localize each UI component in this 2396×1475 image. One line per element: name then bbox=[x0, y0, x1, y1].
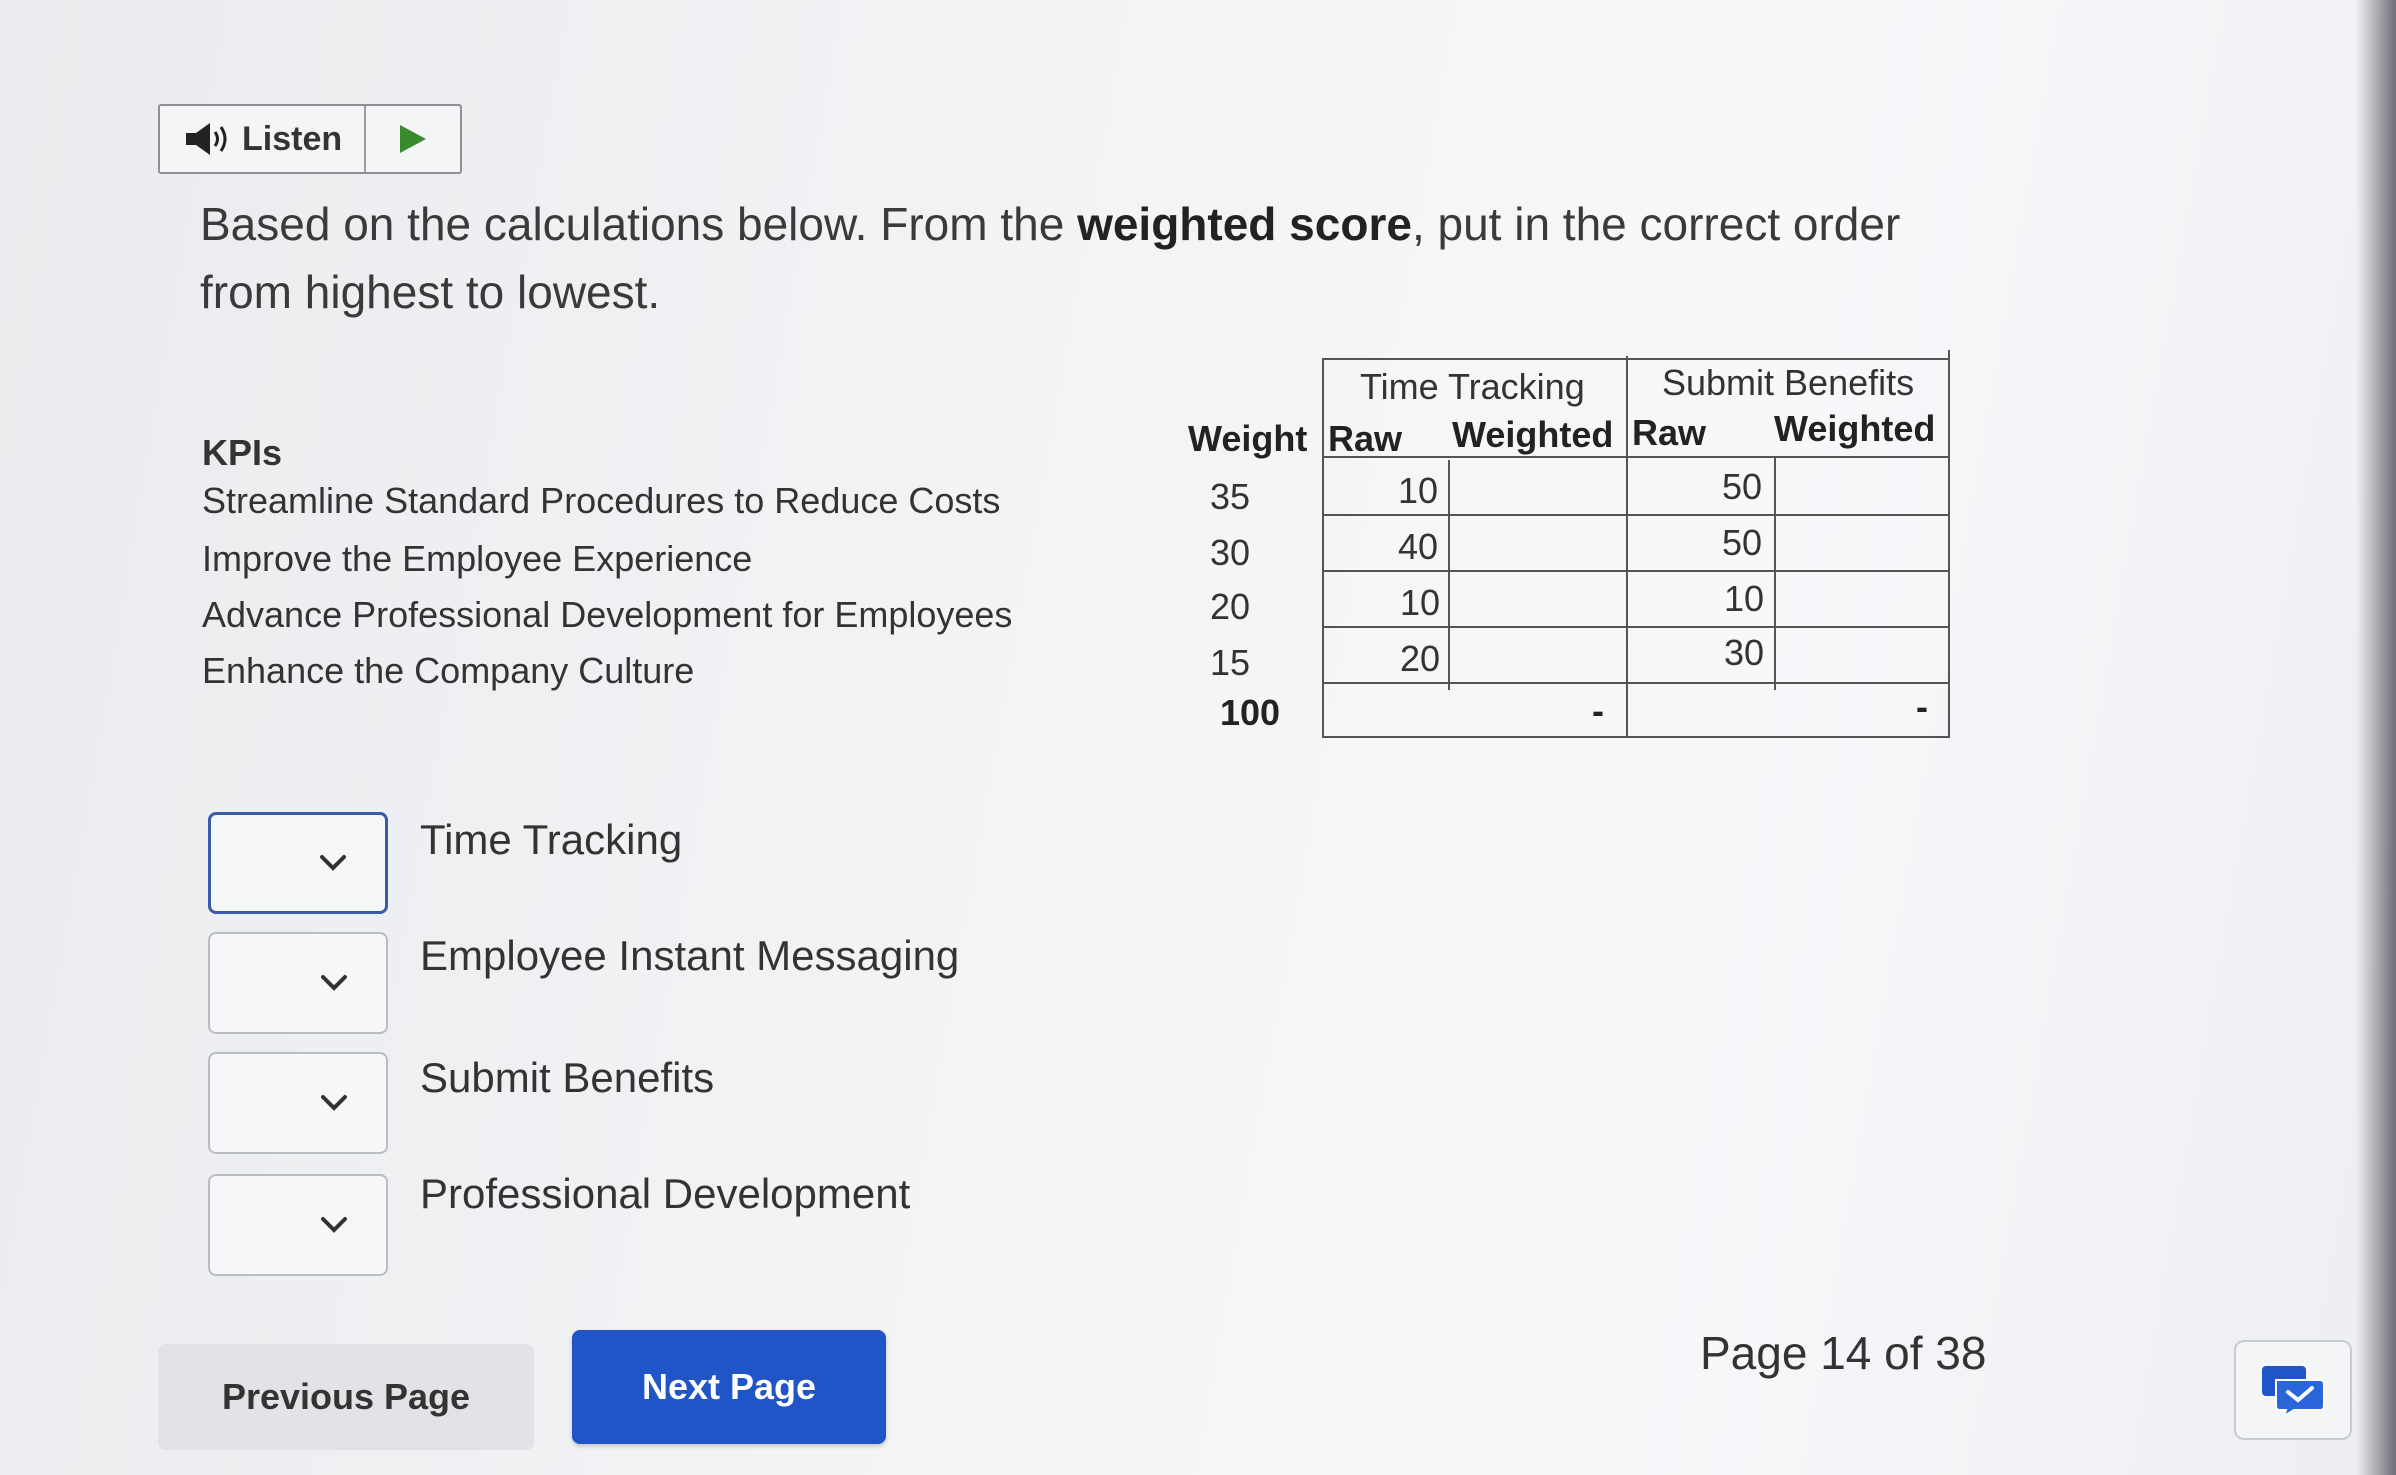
table-subheader: Weighted bbox=[1774, 408, 1936, 449]
listen-button[interactable]: Listen bbox=[160, 106, 366, 172]
weight-total: 100 bbox=[1220, 692, 1281, 733]
chevron-down-icon bbox=[321, 1095, 347, 1111]
speaker-icon bbox=[186, 123, 227, 155]
screen-edge bbox=[2356, 0, 2396, 1475]
chat-button[interactable] bbox=[2234, 1340, 2352, 1440]
chevron-down-icon bbox=[321, 975, 347, 991]
scores-table: Time Tracking Submit Benefits Raw Weight… bbox=[1322, 350, 1958, 738]
previous-page-button[interactable]: Previous Page bbox=[158, 1344, 534, 1450]
play-button[interactable] bbox=[366, 106, 460, 172]
chevron-down-icon bbox=[320, 855, 346, 871]
weight-heading: Weight bbox=[1188, 418, 1308, 459]
question-prefix: Based on the calculations below. From th… bbox=[200, 198, 1078, 250]
kpi-item: Improve the Employee Experience bbox=[202, 538, 753, 579]
order-select-employee-instant-messaging[interactable] bbox=[208, 932, 388, 1034]
table-total-cell: - bbox=[1916, 686, 1928, 727]
order-item-label: Time Tracking bbox=[420, 816, 683, 863]
table-cell: 50 bbox=[1722, 522, 1763, 563]
table-group-header: Time Tracking bbox=[1360, 366, 1585, 407]
table-cell: 20 bbox=[1400, 638, 1441, 679]
order-item-label: Professional Development bbox=[420, 1170, 911, 1217]
table-total-cell: - bbox=[1592, 690, 1604, 731]
kpi-item: Streamline Standard Procedures to Reduce… bbox=[202, 480, 1001, 521]
question-emphasis: weighted score bbox=[1077, 198, 1412, 250]
kpi-item: Enhance the Company Culture bbox=[202, 650, 695, 691]
table-cell: 10 bbox=[1400, 582, 1441, 623]
chevron-down-icon bbox=[321, 1217, 347, 1233]
next-page-button[interactable]: Next Page bbox=[572, 1330, 886, 1444]
table-cell: 10 bbox=[1398, 470, 1439, 511]
weight-value: 15 bbox=[1209, 642, 1250, 683]
table-cell: 10 bbox=[1724, 578, 1765, 619]
page-indicator: Page 14 of 38 bbox=[1700, 1327, 1987, 1379]
order-select-professional-development[interactable] bbox=[208, 1174, 388, 1276]
table-cell: 30 bbox=[1724, 632, 1765, 673]
listen-label: Listen bbox=[242, 119, 343, 158]
kpi-item: Advance Professional Development for Emp… bbox=[202, 594, 1013, 635]
listen-toolbar: Listen bbox=[158, 104, 462, 174]
table-cell: 50 bbox=[1722, 466, 1763, 507]
order-select-time-tracking[interactable] bbox=[208, 812, 388, 914]
weight-value: 30 bbox=[1209, 532, 1250, 573]
play-icon bbox=[400, 125, 426, 153]
table-subheader: Raw bbox=[1632, 412, 1707, 453]
weight-value: 20 bbox=[1209, 586, 1250, 627]
order-select-submit-benefits[interactable] bbox=[208, 1052, 388, 1154]
table-subheader: Raw bbox=[1328, 418, 1403, 459]
order-item-label: Employee Instant Messaging bbox=[420, 932, 960, 979]
table-cell: 40 bbox=[1398, 526, 1439, 567]
weight-value: 35 bbox=[1209, 476, 1250, 517]
question-text: Based on the calculations below. From th… bbox=[200, 190, 1920, 326]
kpis-heading: KPIs bbox=[202, 432, 283, 473]
table-group-header: Submit Benefits bbox=[1662, 362, 1915, 403]
table-subheader: Weighted bbox=[1452, 414, 1614, 455]
order-item-label: Submit Benefits bbox=[420, 1054, 715, 1101]
chat-icon bbox=[2262, 1366, 2325, 1418]
